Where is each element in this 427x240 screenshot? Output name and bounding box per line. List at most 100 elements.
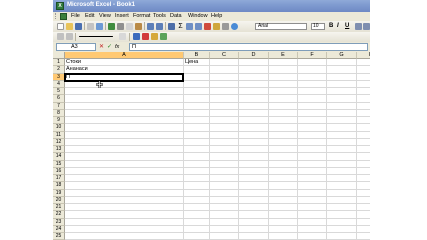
fill-color-icon[interactable] [133, 33, 140, 40]
row-header-20[interactable]: 20 [53, 196, 65, 204]
row-header-21[interactable]: 21 [53, 204, 65, 212]
excel-window: X Microsoft Excel - Book1 File Edit View… [53, 0, 370, 240]
workbook-icon[interactable] [60, 13, 67, 20]
select-all-corner[interactable] [53, 52, 65, 59]
row-header-11[interactable]: 11 [53, 131, 65, 139]
line-style-icon[interactable] [79, 36, 113, 37]
row-header-18[interactable]: 18 [53, 182, 65, 190]
menu-help[interactable]: Help [211, 13, 222, 19]
cancel-icon[interactable]: ✕ [99, 43, 104, 51]
row-header-4[interactable]: 4 [53, 80, 65, 88]
menu-data[interactable]: Data [170, 13, 182, 19]
print-icon[interactable] [87, 23, 94, 30]
row-header-16[interactable]: 16 [53, 167, 65, 175]
row-header-25[interactable]: 25 [53, 233, 65, 240]
open-icon[interactable] [66, 23, 73, 30]
row-header-10[interactable]: 10 [53, 124, 65, 132]
column-header-a[interactable]: A [65, 52, 184, 59]
autoshapes-icon[interactable] [66, 33, 73, 40]
column-header-d[interactable]: D [239, 52, 269, 59]
row-header-15[interactable]: 15 [53, 160, 65, 168]
row-header-17[interactable]: 17 [53, 175, 65, 183]
underline-button[interactable]: U [345, 23, 349, 29]
print-preview-icon[interactable] [96, 23, 103, 30]
undo-icon[interactable] [147, 23, 154, 30]
gridline-horizontal [65, 94, 370, 96]
italic-button[interactable]: I [337, 23, 339, 29]
sort-ascending-icon[interactable] [186, 23, 193, 30]
gridline-horizontal [65, 217, 370, 219]
save-icon[interactable] [75, 23, 82, 30]
enter-icon[interactable]: ✓ [107, 43, 112, 51]
zoom-icon[interactable] [222, 23, 229, 30]
dash-style-icon[interactable] [119, 33, 126, 40]
row-header-23[interactable]: 23 [53, 218, 65, 226]
cell-a2[interactable]: Ананаси [66, 66, 88, 73]
column-header-c[interactable]: C [210, 52, 239, 59]
column-header-h[interactable]: H [357, 52, 370, 59]
font-size-box[interactable]: 10 [311, 23, 325, 30]
column-header-g[interactable]: G [327, 52, 357, 59]
spelling-icon[interactable] [108, 23, 115, 30]
formula-input[interactable]: П [129, 43, 368, 51]
row-header-6[interactable]: 6 [53, 95, 65, 103]
row-header-14[interactable]: 14 [53, 153, 65, 161]
gridline-horizontal [65, 123, 370, 125]
gridline-horizontal [65, 224, 370, 226]
font-name-box[interactable]: Arial [255, 23, 307, 30]
drawing-icon[interactable] [213, 23, 220, 30]
row-header-19[interactable]: 19 [53, 189, 65, 197]
chart-wizard-icon[interactable] [204, 23, 211, 30]
worksheet-grid[interactable]: ABCDEFGH12345678910111213141516171819202… [53, 52, 370, 240]
row-header-24[interactable]: 24 [53, 225, 65, 233]
hyperlink-icon[interactable] [168, 23, 175, 30]
autosum-icon[interactable]: Σ [177, 23, 184, 30]
menu-tools[interactable]: Tools [153, 13, 166, 19]
3d-style-icon[interactable] [160, 33, 167, 40]
row-header-8[interactable]: 8 [53, 109, 65, 117]
gridline-horizontal [65, 145, 370, 146]
gridline-horizontal [65, 152, 370, 154]
row-header-5[interactable]: 5 [53, 88, 65, 96]
row-header-9[interactable]: 9 [53, 117, 65, 125]
menu-insert[interactable]: Insert [115, 13, 129, 19]
name-box[interactable]: A3 [56, 43, 96, 51]
redo-icon[interactable] [156, 23, 163, 30]
align-left-icon[interactable] [355, 23, 362, 30]
menu-window[interactable]: Window [188, 13, 208, 19]
gridline-horizontal [65, 210, 370, 212]
row-header-7[interactable]: 7 [53, 102, 65, 110]
title-bar: X Microsoft Excel - Book1 [53, 0, 370, 12]
menu-edit[interactable]: Edit [85, 13, 94, 19]
menu-file[interactable]: File [71, 13, 80, 19]
cell-a1[interactable]: Стоки [66, 59, 81, 66]
menu-format[interactable]: Format [133, 13, 150, 19]
cell-b1[interactable]: Цена [185, 59, 198, 66]
row-header-1[interactable]: 1 [53, 59, 65, 67]
cut-icon[interactable] [117, 23, 124, 30]
font-color-icon[interactable] [142, 33, 149, 40]
row-header-13[interactable]: 13 [53, 146, 65, 154]
align-center-icon[interactable] [363, 23, 370, 30]
active-cell[interactable] [64, 72, 184, 82]
column-header-f[interactable]: F [298, 52, 327, 59]
new-icon[interactable] [57, 23, 64, 30]
row-header-12[interactable]: 12 [53, 138, 65, 146]
bold-button[interactable]: B [329, 23, 333, 29]
column-header-b[interactable]: B [184, 52, 210, 59]
menu-view[interactable]: View [99, 13, 111, 19]
insert-function-icon[interactable]: fx [115, 43, 119, 51]
sort-descending-icon[interactable] [195, 23, 202, 30]
row-header-22[interactable]: 22 [53, 211, 65, 219]
column-header-e[interactable]: E [269, 52, 298, 59]
shadow-icon[interactable] [151, 33, 158, 40]
copy-icon[interactable] [126, 23, 133, 30]
gridline-horizontal [65, 203, 370, 204]
excel-app-icon: X [56, 2, 64, 10]
gridline-horizontal [65, 137, 370, 139]
paste-icon[interactable] [135, 23, 142, 30]
help-icon[interactable] [231, 23, 238, 30]
arrow-tool-icon[interactable] [57, 33, 64, 40]
gridline-horizontal [65, 130, 370, 132]
cell-a3[interactable]: П [66, 74, 70, 81]
